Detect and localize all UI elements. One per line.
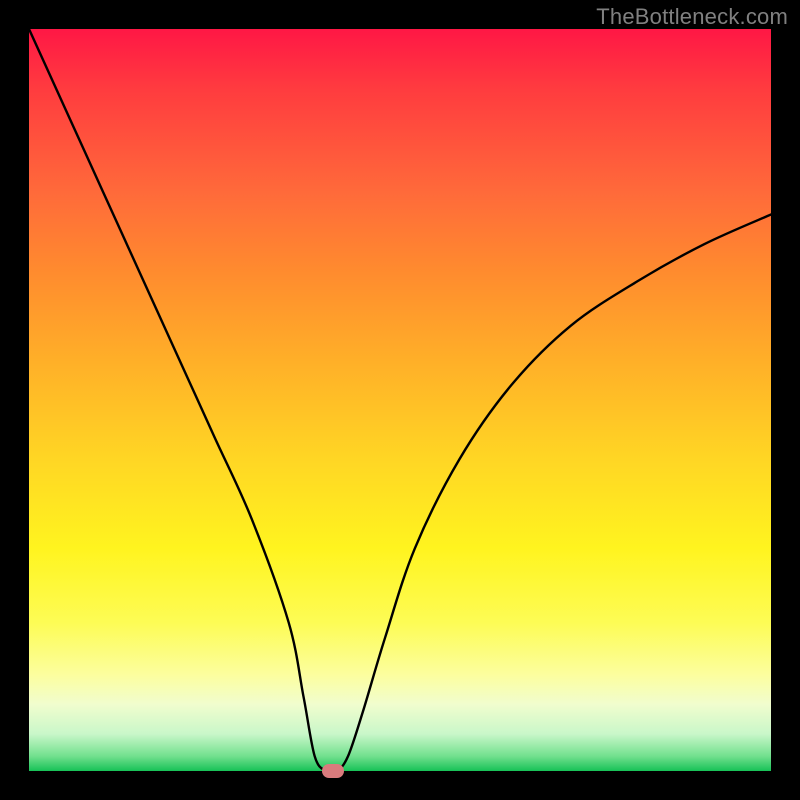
watermark-text: TheBottleneck.com <box>596 4 788 30</box>
curve-svg <box>29 29 771 771</box>
optimal-point-marker <box>322 764 344 778</box>
chart-frame: TheBottleneck.com <box>0 0 800 800</box>
plot-area <box>29 29 771 771</box>
bottleneck-curve <box>29 29 771 773</box>
